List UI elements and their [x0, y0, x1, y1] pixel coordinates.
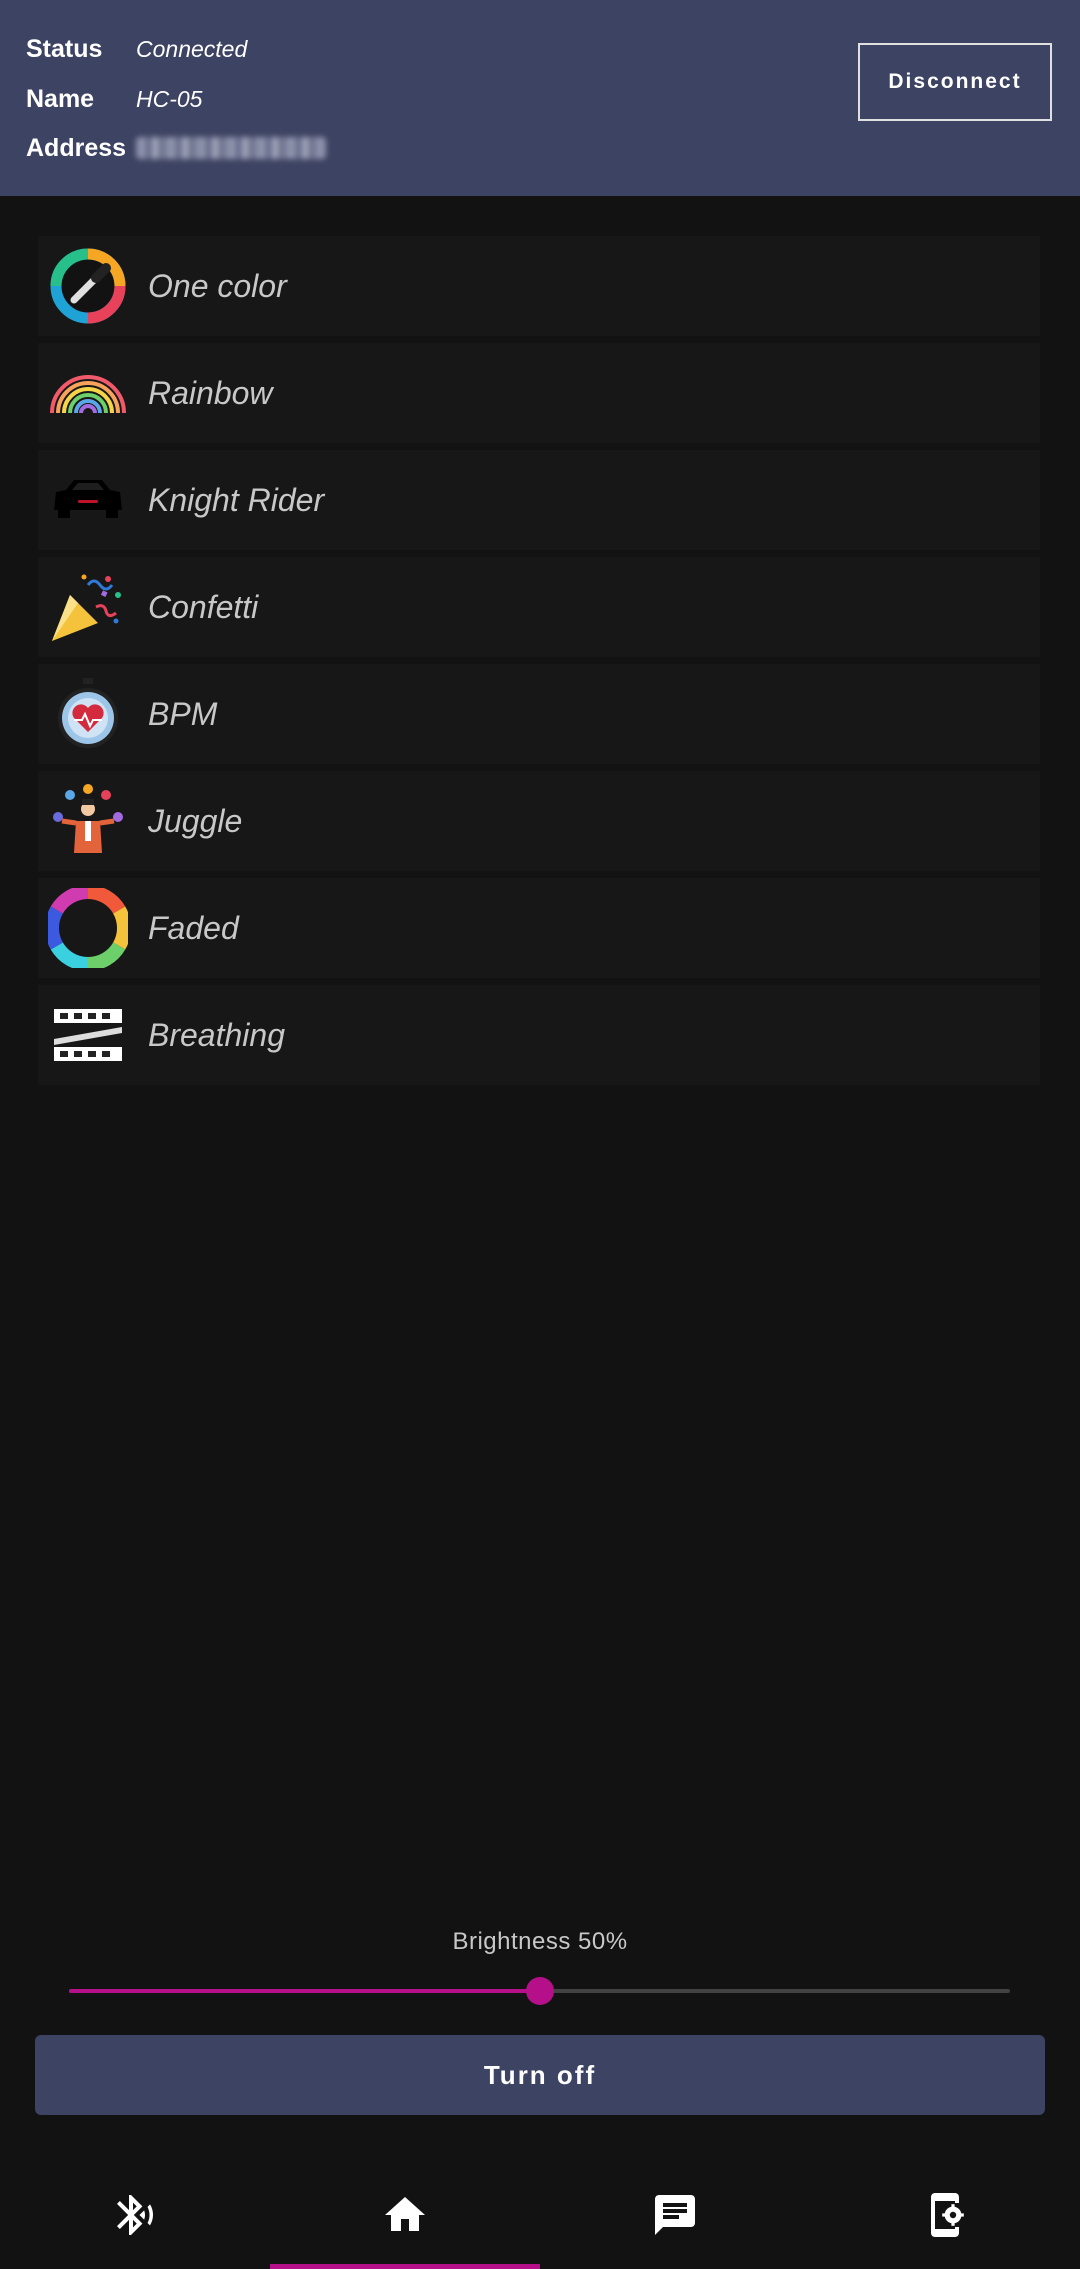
status-label: Status — [26, 34, 103, 63]
mode-item-confetti[interactable]: Confetti — [38, 557, 1040, 657]
disconnect-button[interactable]: Disconnect — [858, 43, 1052, 121]
mode-item-juggle[interactable]: Juggle — [38, 771, 1040, 871]
nav-home[interactable] — [270, 2160, 540, 2269]
led-strip-icon — [54, 1009, 122, 1061]
mode-item-rainbow[interactable]: Rainbow — [38, 343, 1040, 443]
car-icon — [54, 480, 122, 518]
mode-label: Confetti — [148, 588, 259, 625]
brightness-label: Brightness 50% — [452, 1928, 628, 1955]
party-popper-icon — [52, 574, 121, 641]
nav-device-settings[interactable] — [810, 2160, 1080, 2269]
brightness-slider[interactable] — [69, 1966, 1010, 2016]
mode-label: BPM — [148, 695, 218, 732]
address-label: Address — [26, 133, 127, 162]
mode-item-knight-rider[interactable]: Knight Rider — [38, 450, 1040, 550]
mode-item-one-color[interactable]: One color — [38, 236, 1040, 336]
address-value-redacted — [136, 137, 326, 159]
status-row: Status Connected — [26, 29, 247, 69]
name-row: Name HC-05 — [26, 79, 202, 119]
address-row: Address — [26, 128, 326, 168]
color-picker-icon — [50, 248, 126, 324]
mode-label: One color — [148, 267, 287, 304]
status-value: Connected — [136, 35, 248, 62]
device-settings-icon — [931, 2192, 964, 2237]
mode-list: One color Rainbow Knight Rider Confetti … — [38, 236, 1040, 1092]
bottom-nav — [0, 2160, 1080, 2269]
mode-item-bpm[interactable]: BPM — [38, 664, 1040, 764]
bluetooth-icon — [117, 2194, 154, 2235]
nav-bluetooth[interactable] — [0, 2160, 270, 2269]
connection-header: Status Connected Name HC-05 Address Disc… — [0, 0, 1080, 196]
rainbow-icon — [50, 375, 126, 414]
slider-thumb[interactable] — [525, 1977, 554, 2005]
home-icon — [385, 2196, 425, 2231]
mode-label: Rainbow — [148, 374, 273, 411]
device-name-value: HC-05 — [136, 85, 203, 112]
color-wheel-icon — [48, 888, 128, 968]
name-label: Name — [26, 84, 95, 113]
slider-fill — [69, 1989, 540, 1993]
mode-item-faded[interactable]: Faded — [38, 878, 1040, 978]
mode-label: Juggle — [148, 802, 243, 839]
turn-off-button[interactable]: Turn off — [35, 2035, 1045, 2115]
nav-messages[interactable] — [540, 2160, 810, 2269]
juggler-icon — [53, 784, 123, 853]
mode-item-breathing[interactable]: Breathing — [38, 985, 1040, 1085]
message-icon — [655, 2194, 695, 2235]
mode-label: Faded — [148, 909, 239, 946]
heart-stopwatch-icon — [58, 678, 118, 748]
mode-label: Breathing — [148, 1016, 285, 1053]
mode-label: Knight Rider — [148, 481, 325, 518]
